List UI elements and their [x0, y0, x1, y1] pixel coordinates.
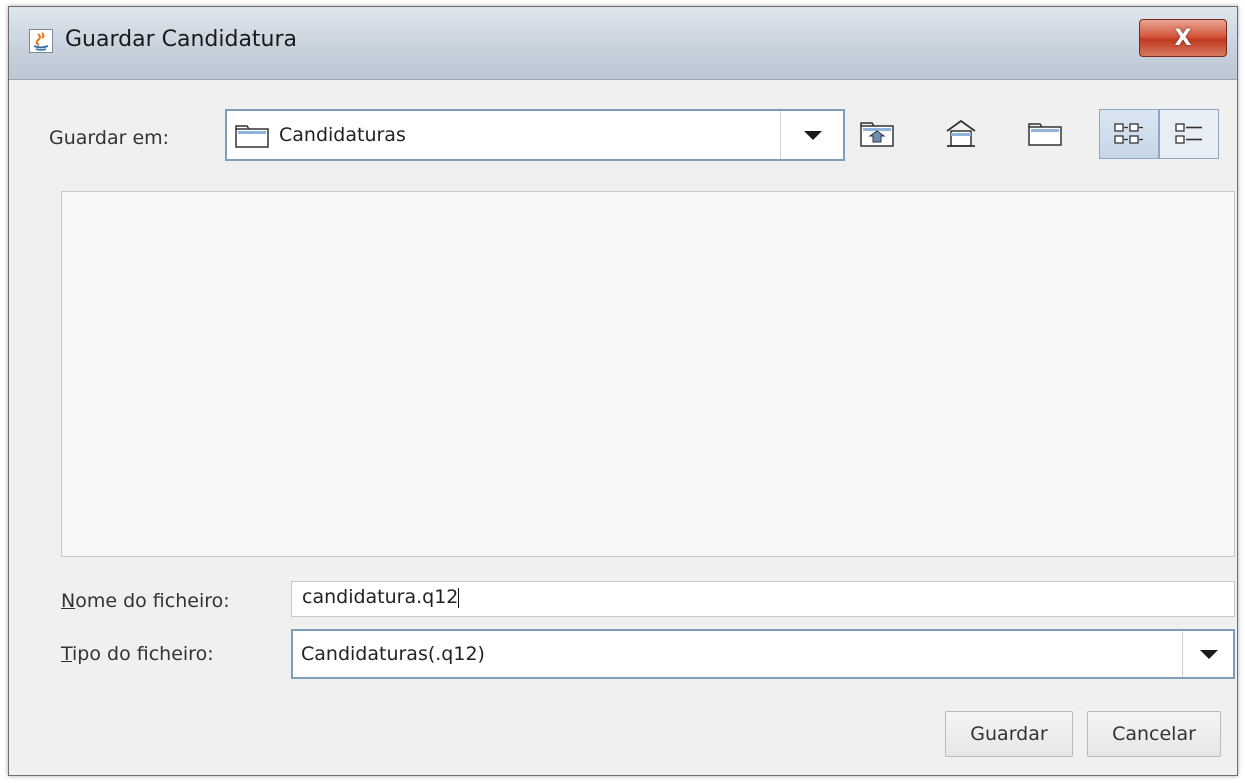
- filename-label: Nome do ficheiro:: [61, 590, 230, 612]
- chevron-down-icon: [1200, 649, 1218, 659]
- filename-label-mnemonic: N: [61, 590, 76, 612]
- up-folder-button[interactable]: [847, 109, 907, 159]
- filetype-value: Candidaturas(.q12): [301, 643, 485, 665]
- filetype-label-text: ipo do ficheiro:: [72, 643, 214, 665]
- file-list[interactable]: [61, 191, 1235, 557]
- new-folder-button[interactable]: [1015, 109, 1075, 159]
- filetype-label: Tipo do ficheiro:: [61, 643, 214, 665]
- home-button[interactable]: [931, 109, 991, 159]
- filename-input[interactable]: candidatura.q12: [291, 581, 1235, 617]
- home-icon: [946, 119, 976, 147]
- filename-label-text: ome do ficheiro:: [75, 590, 230, 612]
- filetype-label-mnemonic: T: [61, 643, 73, 665]
- filetype-dropdown-button[interactable]: [1182, 631, 1235, 677]
- save-button[interactable]: Guardar: [945, 711, 1073, 757]
- close-icon: X: [1174, 25, 1192, 51]
- details-view-button[interactable]: [1159, 109, 1219, 159]
- close-button[interactable]: X: [1139, 19, 1227, 57]
- filename-value: candidatura.q12: [302, 586, 460, 608]
- new-folder-icon: [1028, 123, 1062, 146]
- up-folder-icon: [860, 122, 894, 147]
- folder-icon: [235, 124, 269, 152]
- java-app-icon: [29, 29, 53, 53]
- list-view-button[interactable]: [1099, 109, 1159, 159]
- save-dialog: Guardar Candidatura X Guardar em: Candid…: [8, 6, 1238, 776]
- cancel-button[interactable]: Cancelar: [1087, 711, 1221, 757]
- text-caret: [458, 587, 460, 608]
- list-view-icon: [1114, 123, 1143, 144]
- chevron-down-icon: [804, 130, 822, 140]
- title-bar[interactable]: Guardar Candidatura X: [9, 7, 1237, 80]
- details-view-icon: [1175, 123, 1202, 144]
- save-in-dropdown-button[interactable]: [780, 111, 845, 159]
- window-title: Guardar Candidatura: [65, 27, 298, 52]
- save-in-value: Candidaturas: [279, 124, 406, 146]
- save-in-combo[interactable]: Candidaturas: [225, 109, 845, 161]
- save-in-label: Guardar em:: [49, 127, 170, 149]
- dialog-content: Guardar em: Candidaturas Nome do ficheir…: [27, 85, 1235, 761]
- filename-text: candidatura.q12: [302, 586, 459, 608]
- filetype-combo[interactable]: Candidaturas(.q12): [291, 629, 1235, 679]
